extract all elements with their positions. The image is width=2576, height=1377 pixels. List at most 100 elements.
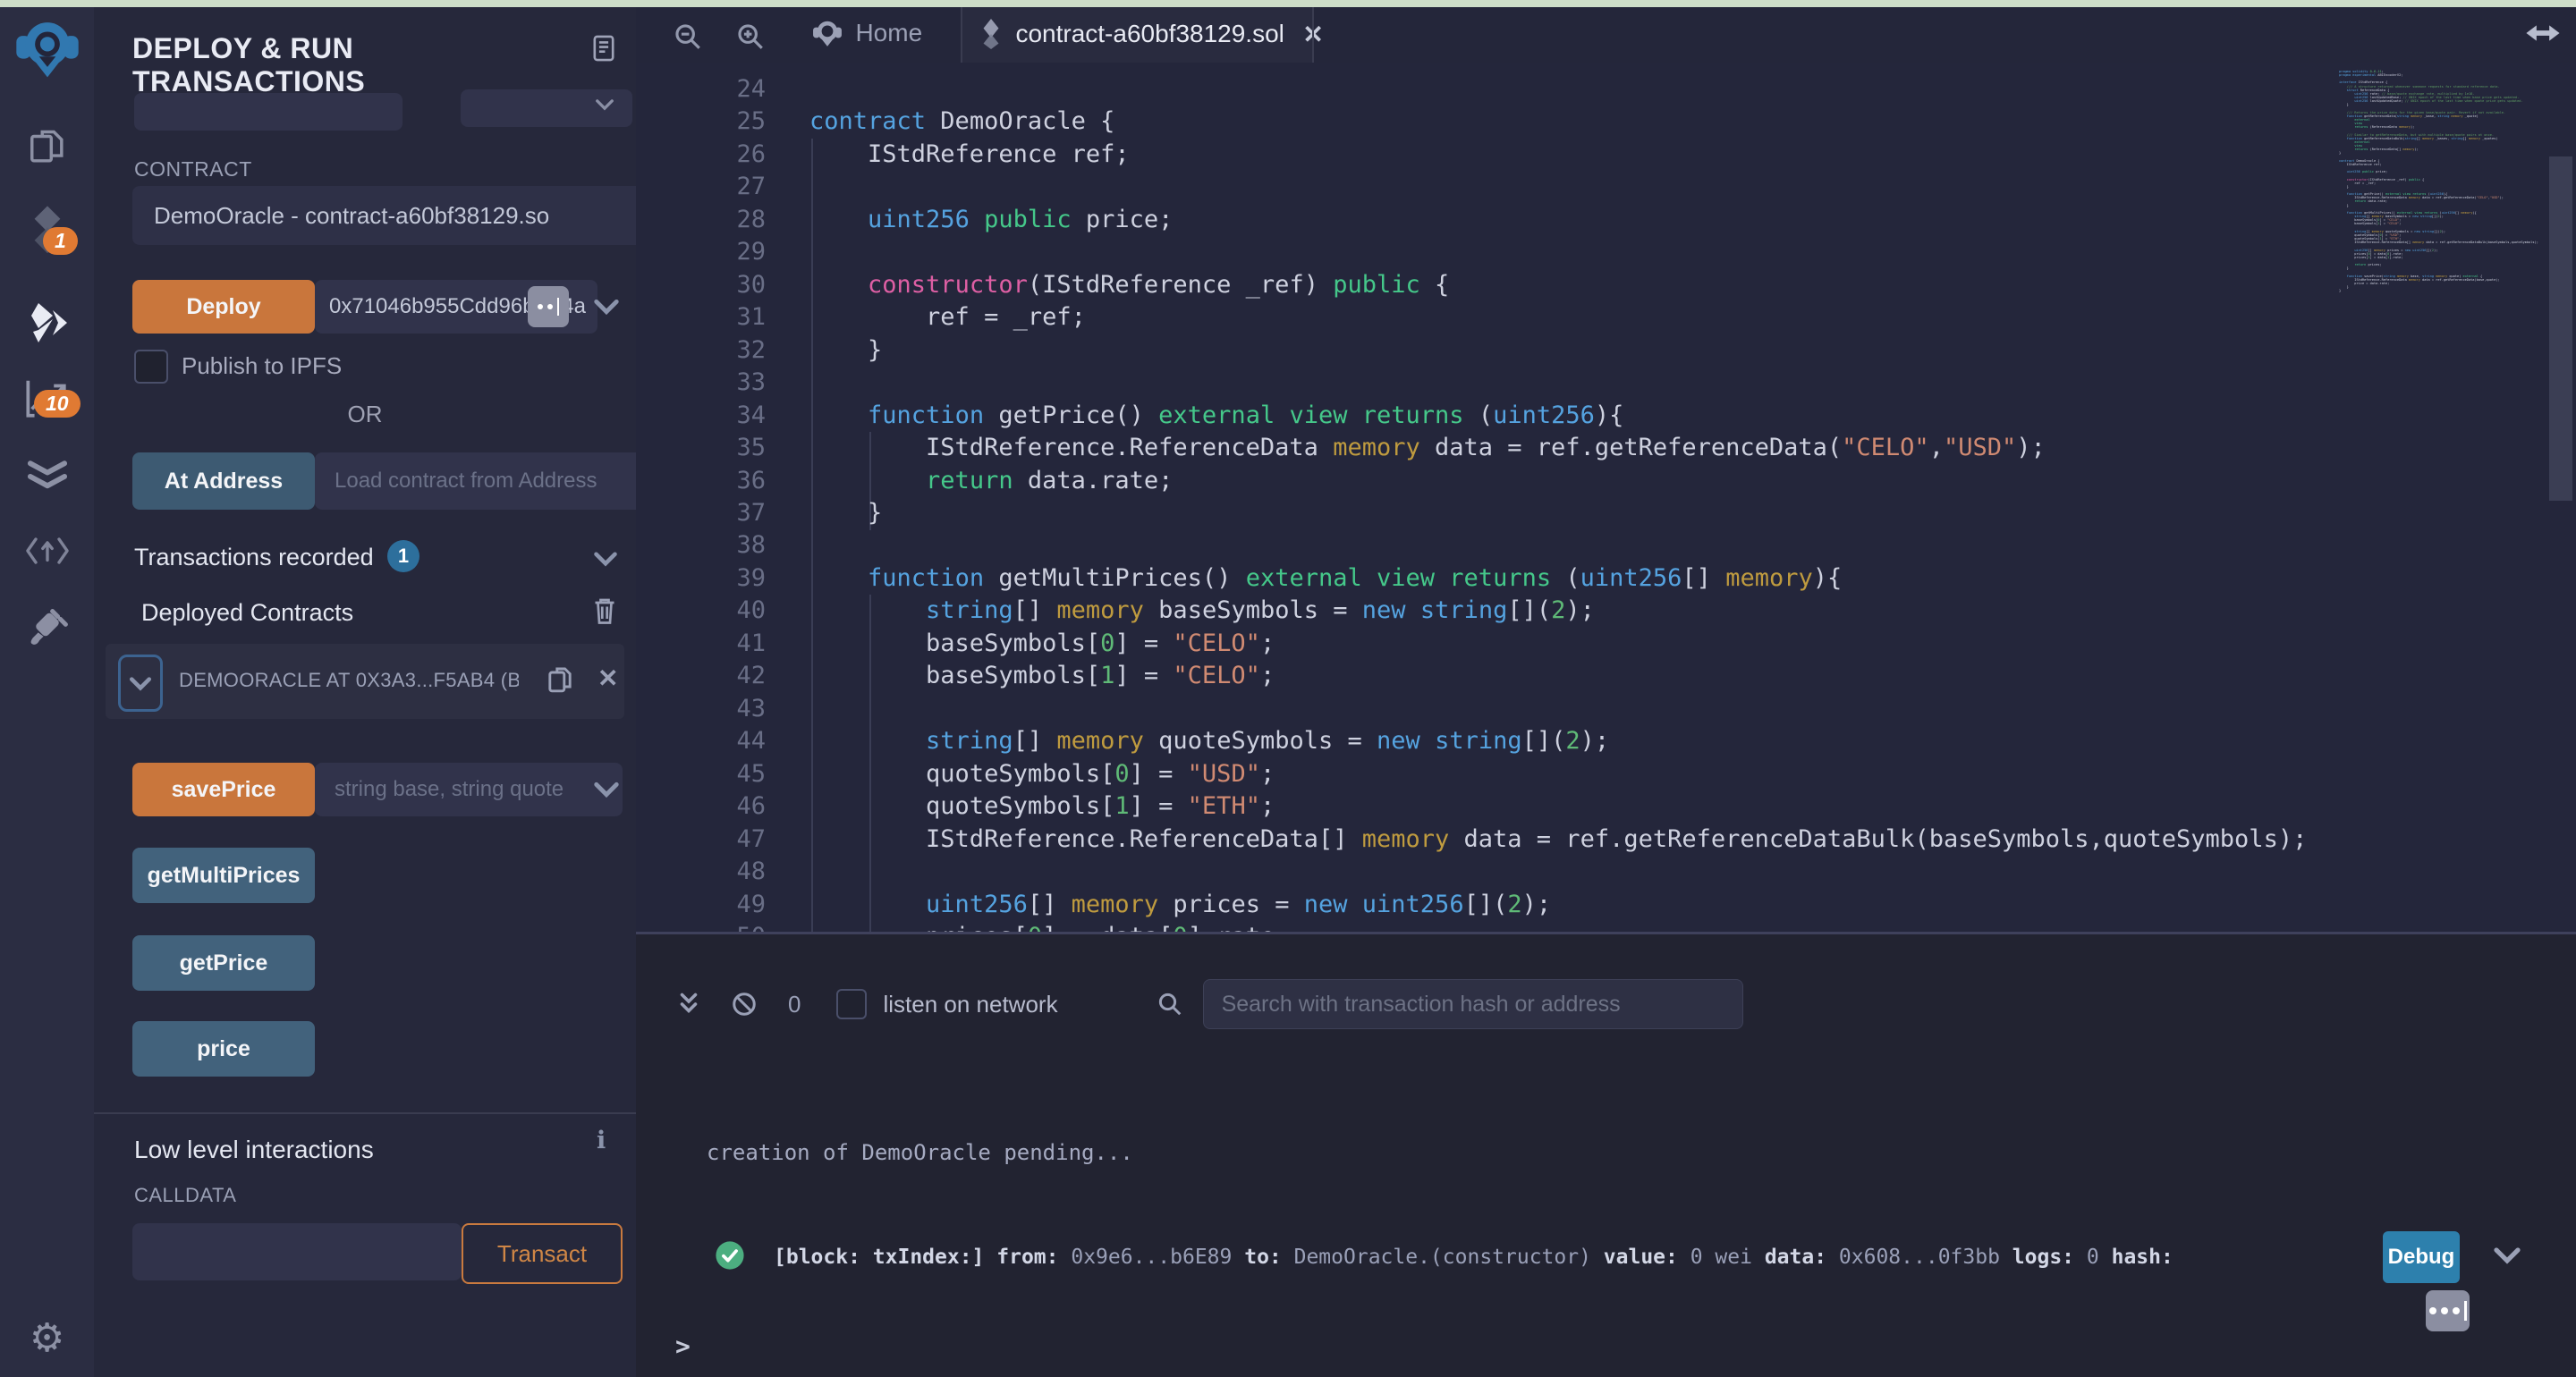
code-line: IStdReference.ReferenceData[] memory dat… — [809, 824, 2308, 853]
info-icon[interactable]: i — [597, 1127, 606, 1154]
terminal-search-input[interactable]: Search with transaction hash or address — [1202, 979, 1743, 1029]
tab-separator — [961, 7, 962, 63]
at-address-placeholder: Load contract from Address — [335, 469, 597, 493]
saveprice-label: savePrice — [171, 776, 276, 802]
tab-bar: Home contract-a60bf38129.sol ✕ — [636, 7, 2576, 63]
tx-field-label: logs: — [2012, 1246, 2087, 1269]
resize-horizontal-icon[interactable] — [2525, 20, 2561, 46]
line-number: 40 — [736, 596, 766, 625]
code-line: } — [809, 498, 883, 527]
listen-network-label: listen on network — [883, 990, 1058, 1018]
value-unit-select[interactable] — [461, 89, 632, 127]
tx-expand-chevron-icon[interactable] — [2493, 1246, 2521, 1265]
clear-console-icon[interactable] — [731, 991, 758, 1018]
line-number: 41 — [736, 629, 766, 657]
tx-field-label: value: — [1603, 1246, 1690, 1269]
code-line: baseSymbols[0] = "CELO"; — [809, 629, 1275, 657]
minimap-line: } — [2339, 289, 2342, 293]
deploy-button[interactable]: Deploy — [132, 280, 315, 334]
deployed-contract-label: DEMOORACLE AT 0X3A3...F5AB4 (BLO — [179, 669, 519, 691]
gas-limit-input[interactable] — [134, 93, 402, 131]
tx-field-label: from: — [996, 1246, 1072, 1269]
terminal-more-icon[interactable] — [2426, 1290, 2470, 1331]
saveprice-expand-chevron-icon[interactable] — [593, 781, 620, 798]
line-number: 43 — [736, 694, 766, 722]
deploy-run-panel: DEPLOY & RUN TRANSACTIONS CONTRACT DemoO… — [94, 7, 728, 1377]
code-upload-icon[interactable] — [0, 529, 94, 572]
line-number: 27 — [736, 173, 766, 201]
main-area: Home contract-a60bf38129.sol ✕ 242526272… — [636, 7, 2576, 1377]
at-address-input[interactable]: Load contract from Address — [315, 452, 669, 510]
chevron-down-icon — [129, 676, 152, 691]
line-number: 29 — [736, 238, 766, 266]
home-remix-icon — [813, 21, 842, 46]
trash-icon[interactable] — [591, 596, 618, 626]
constructor-arg-input[interactable]: 0x71046b955Cdd96bC54a — [315, 280, 597, 334]
active-tab[interactable]: contract-a60bf38129.sol ✕ — [981, 18, 1324, 50]
remix-logo-icon[interactable] — [0, 13, 94, 84]
at-address-button[interactable]: At Address — [132, 452, 315, 510]
tx-field-label: [block: txIndex:] — [774, 1246, 997, 1269]
minimap-line: IStdReference.ReferenceData[] memory dat… — [2339, 241, 2538, 245]
expand-args-icon[interactable] — [528, 286, 569, 327]
getmultiprices-button[interactable]: getMultiPrices — [132, 848, 315, 903]
tab-separator-2 — [1312, 7, 1314, 63]
tx-field-value: 0 — [2086, 1246, 2112, 1269]
publish-ipfs-checkbox[interactable] — [134, 350, 168, 384]
saveprice-button[interactable]: savePrice — [132, 763, 315, 816]
contract-select[interactable]: DemoOracle - contract-a60bf38129.so — [132, 186, 678, 245]
home-tab[interactable]: Home — [812, 18, 922, 48]
calldata-input[interactable] — [132, 1223, 462, 1280]
code-line: function getPrice() external view return… — [868, 401, 1624, 429]
deploy-run-icon[interactable] — [0, 299, 94, 347]
terminal-prompt[interactable]: > — [675, 1331, 691, 1361]
top-loading-strip — [0, 0, 2576, 7]
editor-minimap[interactable]: pragma solidity 0.6.11; pragma experiment… — [2339, 70, 2552, 338]
panel-title: DEPLOY & RUN TRANSACTIONS — [132, 32, 366, 97]
code-editor[interactable]: 24 25 26 27 28 29 30 31 32 33 34 35 36 37 38 39 40 41 42 43… — [636, 63, 2576, 932]
contract-label: CONTRACT — [134, 157, 252, 181]
remix-ide-window: 1 10 ⚙ DEPLOY & RUN TRANSACTIONS CONTRAC… — [0, 0, 2576, 1377]
debug-button[interactable]: Debug — [2383, 1231, 2460, 1283]
line-number: 44 — [736, 727, 766, 756]
editor-scrollbar[interactable] — [2549, 156, 2572, 501]
line-number: 46 — [736, 792, 766, 821]
deploy-expand-chevron-icon[interactable] — [593, 298, 620, 316]
file-explorer-icon[interactable] — [0, 125, 94, 168]
tx-field-label: data: — [1764, 1246, 1839, 1269]
plugin-doc-icon[interactable] — [590, 34, 617, 63]
home-tab-label: Home — [855, 19, 923, 46]
deployed-contract-row[interactable]: DEMOORACLE AT 0X3A3...F5AB4 (BLO ✕ — [106, 644, 624, 719]
line-number: 35 — [736, 434, 766, 462]
line-number: 37 — [736, 498, 766, 527]
settings-gear-icon[interactable]: ⚙ — [0, 1314, 94, 1361]
transaction-log-line[interactable]: [block: txIndex:] from: 0x9e6...b6E89 to… — [774, 1246, 2186, 1269]
icon-rail: 1 10 ⚙ — [0, 7, 96, 1377]
transactions-recorded-label: Transactions recorded — [134, 544, 374, 570]
price-button[interactable]: price — [132, 1021, 315, 1077]
unit-testing-icon[interactable] — [0, 451, 94, 497]
contract-expand-button[interactable] — [118, 655, 163, 712]
transact-label: Transact — [496, 1239, 588, 1267]
transactions-count-badge: 1 — [387, 540, 419, 572]
transact-button[interactable]: Transact — [462, 1223, 623, 1284]
terminal-search-placeholder: Search with transaction hash or address — [1221, 991, 1621, 1017]
code-line: uint256 public price; — [868, 205, 1174, 233]
zoom-out-icon[interactable] — [673, 21, 703, 52]
code-line: IStdReference ref; — [809, 139, 1130, 168]
saveprice-args-input[interactable]: string base, string quote — [315, 763, 623, 816]
code-line: IStdReference.ReferenceData memory data … — [809, 434, 2046, 462]
code-line: baseSymbols[1] = "CELO"; — [809, 662, 1275, 690]
line-number: 47 — [736, 824, 766, 853]
zoom-in-icon[interactable] — [735, 21, 766, 52]
plugin-manager-icon[interactable] — [0, 601, 94, 651]
listen-network-checkbox[interactable] — [836, 989, 868, 1019]
code-line: return data.rate; — [926, 466, 1174, 494]
tx-field-label: hash: — [2111, 1246, 2186, 1269]
remove-contract-icon[interactable]: ✕ — [597, 663, 618, 693]
transactions-expand-chevron-icon[interactable] — [593, 551, 618, 567]
getprice-button[interactable]: getPrice — [132, 935, 315, 991]
terminal-collapse-icon[interactable] — [677, 991, 700, 1018]
tx-field-value: 0 wei — [1690, 1246, 1765, 1269]
copy-address-icon[interactable] — [546, 663, 574, 696]
